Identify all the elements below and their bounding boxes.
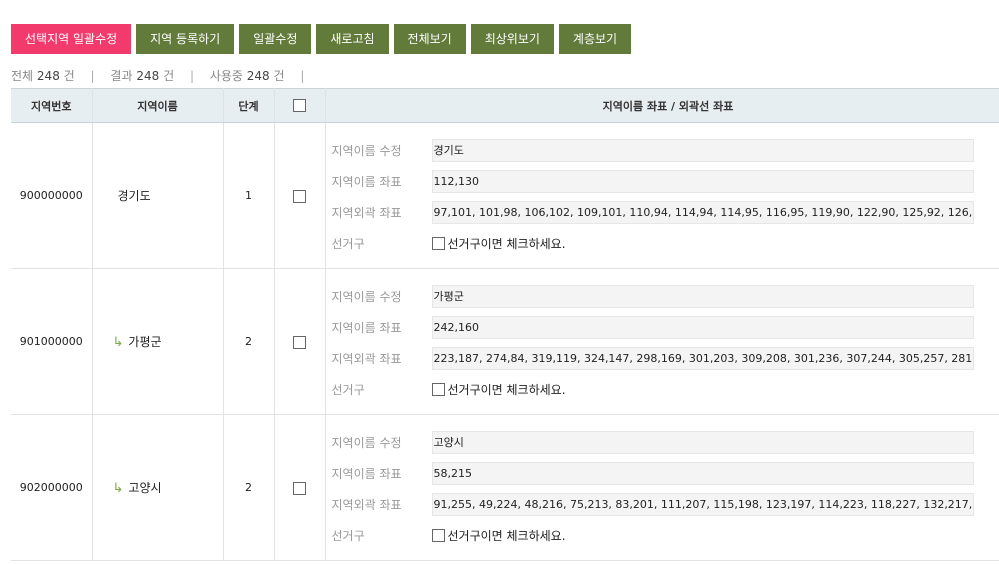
- count-separator: |: [189, 69, 194, 83]
- result-count-unit: 건: [163, 69, 175, 83]
- region-level: 1: [223, 122, 275, 269]
- row-select-checkbox[interactable]: [293, 481, 306, 495]
- count-separator: |: [300, 69, 305, 83]
- total-count-value: 248: [36, 69, 60, 83]
- child-arrow-icon: ↳: [112, 335, 124, 350]
- region-code: 900000000: [11, 122, 93, 269]
- table-row: 902000000 ↳ 고양시 2 지역이름 수정 고양시 지역이름 좌표 58,21…: [11, 414, 999, 561]
- region-name-cell: ↳ 고양시: [92, 414, 224, 561]
- batch-edit-button[interactable]: 일괄수정: [239, 24, 312, 54]
- row-select-cell: [274, 268, 326, 415]
- row-select-checkbox[interactable]: [293, 189, 306, 203]
- row-select-cell: [274, 122, 326, 269]
- view-top-level-button[interactable]: 최상위보기: [470, 24, 554, 54]
- outline-coord-input[interactable]: 223,187, 274,84, 319,119, 324,147, 298,1…: [431, 347, 974, 370]
- table-row: 900000000 경기도 1 지역이름 수정 경기도 지역이름 좌표 112,13…: [11, 122, 999, 269]
- header-select-all: [274, 88, 326, 123]
- total-count-label: 전체: [11, 69, 34, 83]
- outline-coord-label: 지역외곽 좌표: [331, 498, 402, 512]
- table-header-row: 지역번호 지역이름 단계 지역이름 좌표 / 외곽선 좌표: [11, 88, 999, 123]
- child-arrow-icon: ↳: [112, 481, 124, 496]
- name-coord-input[interactable]: 242,160: [431, 316, 974, 339]
- row-select-checkbox[interactable]: [293, 335, 306, 349]
- name-coord-label: 지역이름 좌표: [331, 175, 402, 189]
- toolbar: 선택지역 일괄수정 지역 등록하기 일괄수정 새로고침 전체보기 최상위보기 계…: [11, 24, 632, 54]
- name-coord-input[interactable]: 58,215: [431, 462, 974, 485]
- region-code: 902000000: [11, 414, 93, 561]
- outline-coord-label: 지역외곽 좌표: [331, 352, 402, 366]
- region-detail: 지역이름 수정 고양시 지역이름 좌표 58,215 지역외곽 좌표 91,255, …: [325, 414, 999, 561]
- region-detail: 지역이름 수정 가평군 지역이름 좌표 242,160 지역외곽 좌표 223,187…: [325, 268, 999, 415]
- region-code: 901000000: [11, 268, 93, 415]
- refresh-button[interactable]: 새로고침: [316, 24, 389, 54]
- district-checkbox[interactable]: [431, 383, 445, 396]
- edit-name-label: 지역이름 수정: [331, 290, 402, 304]
- outline-coord-input[interactable]: 97,101, 101,98, 106,102, 109,101, 110,94…: [431, 201, 974, 224]
- edit-name-input[interactable]: 고양시: [431, 431, 974, 454]
- outline-coord-input[interactable]: 91,255, 49,224, 48,216, 75,213, 83,201, …: [431, 493, 974, 516]
- region-name: 고양시: [128, 481, 162, 495]
- district-label: 선거구: [331, 237, 365, 251]
- count-summary: 전체 248 건 | 결과 248 건 | 사용중 248 건 |: [11, 67, 316, 84]
- table-row: 901000000 ↳ 가평군 2 지역이름 수정 가평군 지역이름 좌표 242,1…: [11, 268, 999, 415]
- name-coord-label: 지역이름 좌표: [331, 467, 402, 481]
- edit-name-label: 지역이름 수정: [331, 144, 402, 158]
- district-check-label: 선거구이면 체크하세요.: [447, 383, 566, 397]
- header-region-name: 지역이름: [92, 88, 224, 123]
- district-checkbox[interactable]: [431, 529, 445, 542]
- region-name-cell: ↳ 가평군: [92, 268, 224, 415]
- district-check-label: 선거구이면 체크하세요.: [447, 237, 566, 251]
- edit-name-label: 지역이름 수정: [331, 436, 402, 450]
- region-name: 가평군: [128, 335, 162, 349]
- view-all-button[interactable]: 전체보기: [393, 24, 466, 54]
- select-all-checkbox[interactable]: [293, 99, 306, 113]
- count-separator: |: [90, 69, 95, 83]
- edit-name-input[interactable]: 가평군: [431, 285, 974, 308]
- header-level: 단계: [223, 88, 275, 123]
- view-hierarchy-button[interactable]: 계층보기: [558, 24, 632, 54]
- district-label: 선거구: [331, 529, 365, 543]
- result-count-value: 248: [136, 69, 160, 83]
- inuse-count-label: 사용중: [209, 69, 243, 83]
- header-coords: 지역이름 좌표 / 외곽선 좌표: [325, 88, 999, 123]
- region-detail: 지역이름 수정 경기도 지역이름 좌표 112,130 지역외곽 좌표 97,101,…: [325, 122, 999, 269]
- inuse-count-value: 248: [246, 69, 270, 83]
- result-count-label: 결과: [110, 69, 133, 83]
- name-coord-label: 지역이름 좌표: [331, 321, 402, 335]
- register-region-button[interactable]: 지역 등록하기: [136, 24, 235, 54]
- outline-coord-label: 지역외곽 좌표: [331, 206, 402, 220]
- total-count-unit: 건: [63, 69, 75, 83]
- region-name: 경기도: [117, 189, 151, 203]
- batch-edit-selected-button[interactable]: 선택지역 일괄수정: [11, 24, 132, 54]
- district-label: 선거구: [331, 383, 365, 397]
- region-level: 2: [223, 414, 275, 561]
- edit-name-input[interactable]: 경기도: [431, 139, 974, 162]
- district-checkbox[interactable]: [431, 237, 445, 250]
- region-name-cell: 경기도: [92, 122, 224, 269]
- row-select-cell: [274, 414, 326, 561]
- header-region-code: 지역번호: [11, 88, 93, 123]
- inuse-count-unit: 건: [273, 69, 285, 83]
- region-table: 지역번호 지역이름 단계 지역이름 좌표 / 외곽선 좌표 900000000 …: [11, 88, 999, 561]
- region-level: 2: [223, 268, 275, 415]
- district-check-label: 선거구이면 체크하세요.: [447, 529, 566, 543]
- name-coord-input[interactable]: 112,130: [431, 170, 974, 193]
